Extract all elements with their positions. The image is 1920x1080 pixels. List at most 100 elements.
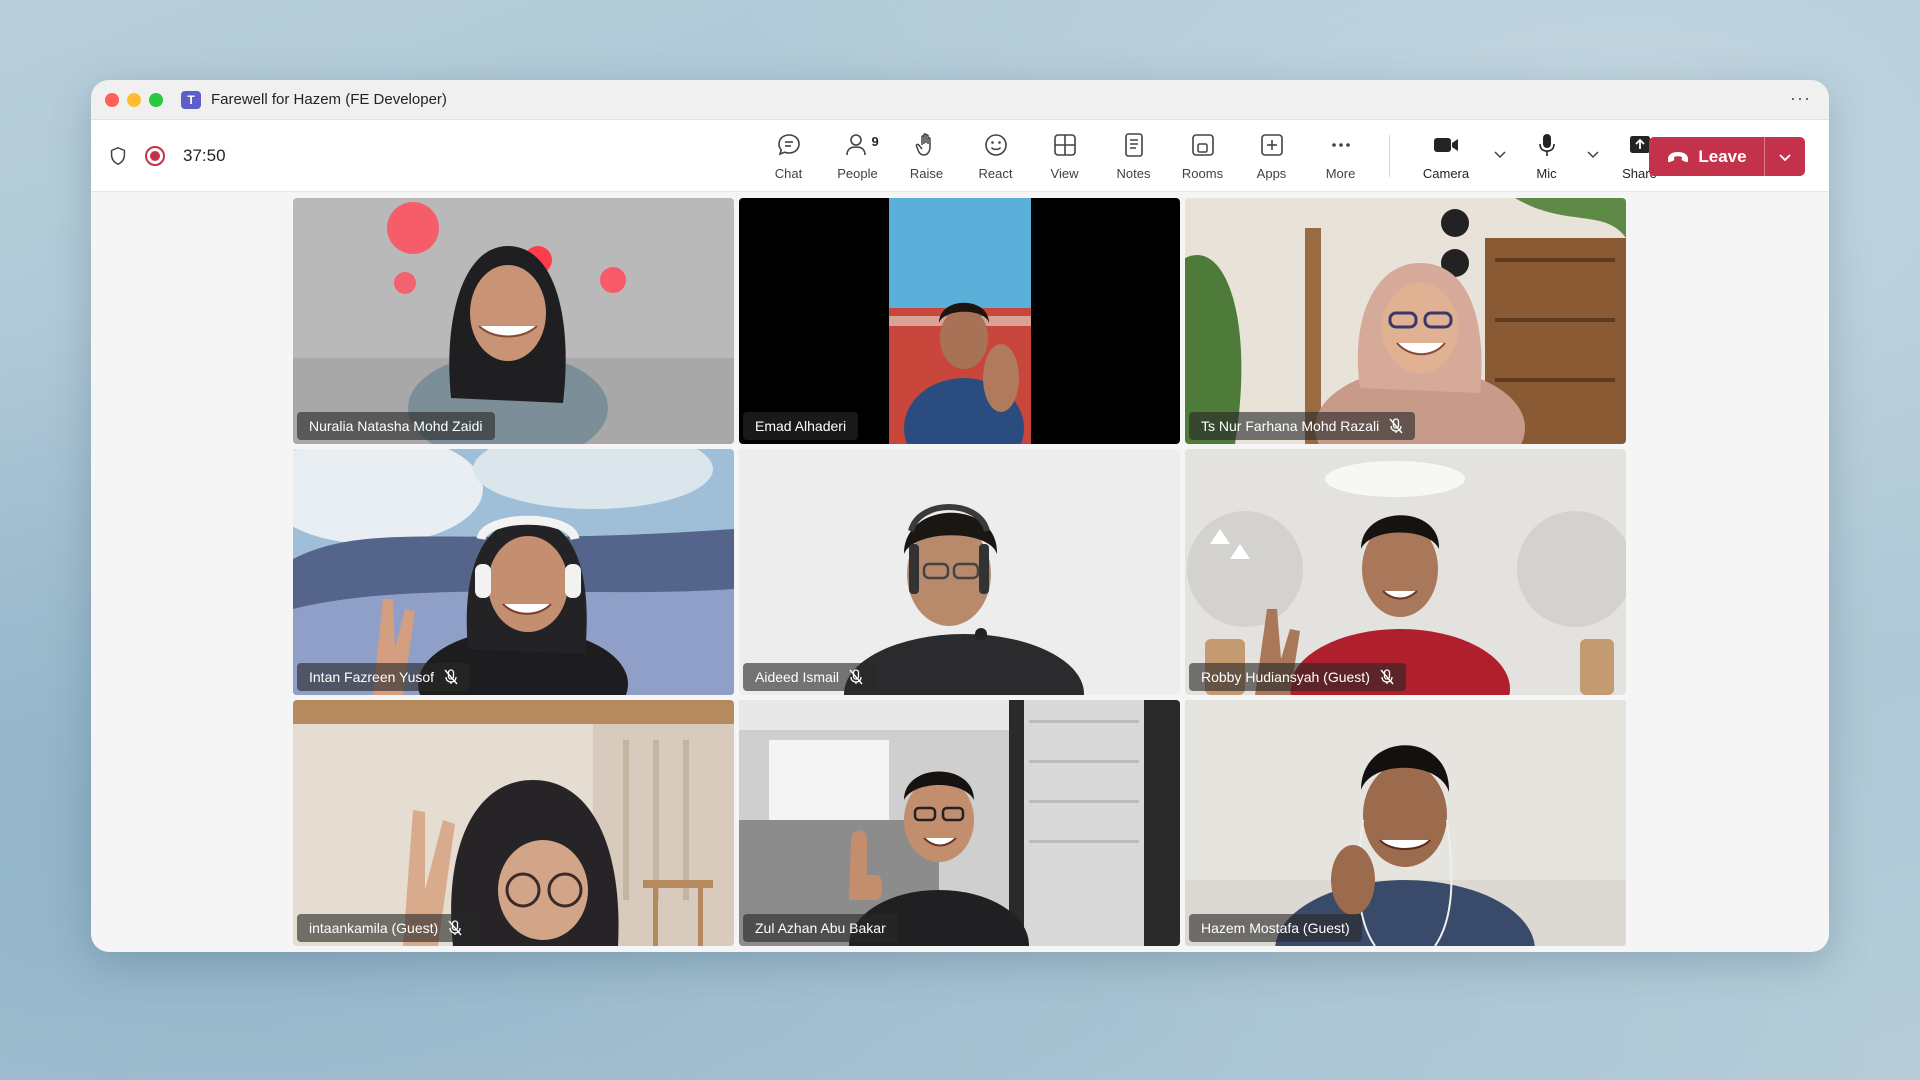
shield-icon[interactable] (107, 145, 129, 167)
teams-meeting-window: T Farewell for Hazem (FE Developer) ··· … (91, 80, 1829, 952)
chat-icon (777, 134, 800, 156)
leave-label: Leave (1698, 146, 1747, 166)
grid-icon (1053, 134, 1076, 156)
leave-options-button[interactable] (1765, 152, 1805, 162)
leave-button-group: Leave (1649, 137, 1805, 176)
participant-name: Robby Hudiansyah (Guest) (1201, 669, 1370, 685)
mic-off-icon (448, 920, 462, 936)
participant-name-tag: Zul Azhan Abu Bakar (743, 914, 898, 942)
participant-tile[interactable]: Ts Nur Farhana Mohd Razali (1185, 198, 1626, 444)
rooms-button[interactable]: Rooms (1168, 130, 1237, 181)
notes-icon (1124, 133, 1143, 157)
participant-tile-speaking[interactable]: Hazem Mostafa (Guest) (1185, 700, 1626, 946)
participant-name-tag: Emad Alhaderi (743, 412, 859, 440)
mic-icon (1538, 134, 1555, 156)
plus-box-icon (1260, 134, 1283, 156)
participant-name-tag: Aideed Ismail (743, 663, 876, 691)
participant-tile[interactable]: Emad Alhaderi (739, 198, 1180, 444)
more-button[interactable]: More (1306, 130, 1375, 181)
participant-name-tag: Intan Fazreen Yusof (297, 663, 471, 691)
mic-options-button[interactable] (1581, 134, 1605, 174)
participant-tile-speaking[interactable]: Zul Azhan Abu Bakar (739, 700, 1180, 946)
camera-icon (1434, 138, 1458, 152)
participant-tile[interactable]: Nuralia Natasha Mohd Zaidi (293, 198, 734, 444)
participant-name: Nuralia Natasha Mohd Zaidi (309, 418, 483, 434)
participant-name-tag: Ts Nur Farhana Mohd Razali (1189, 412, 1416, 440)
video-grid: Nuralia Natasha Mohd Zaidi Emad Alhaderi (91, 192, 1829, 952)
chevron-down-icon (1587, 151, 1599, 159)
participant-name: Emad Alhaderi (755, 418, 847, 434)
view-button[interactable]: View (1030, 130, 1099, 181)
mic-button[interactable]: Mic (1512, 130, 1581, 181)
participant-video (739, 449, 1180, 695)
chat-button[interactable]: Chat (754, 130, 823, 181)
title-bar: T Farewell for Hazem (FE Developer) ··· (91, 80, 1829, 120)
camera-label: Camera (1422, 166, 1470, 181)
participant-name: Intan Fazreen Yusof (309, 669, 435, 685)
chat-label: Chat (774, 166, 803, 181)
window-more-icon[interactable]: ··· (1790, 88, 1811, 109)
camera-options-button[interactable] (1488, 134, 1512, 174)
participant-tile[interactable]: Intan Fazreen Yusof (293, 449, 734, 695)
participant-tile[interactable]: Aideed Ismail (739, 449, 1180, 695)
notes-button[interactable]: Notes (1099, 130, 1168, 181)
rooms-icon (1191, 134, 1214, 156)
participant-video (293, 449, 734, 695)
react-label: React (978, 166, 1013, 181)
meeting-controls: Chat 9 People Raise React View Notes Roo… (754, 130, 1674, 181)
participant-video (739, 700, 1180, 946)
rooms-label: Rooms (1181, 166, 1224, 181)
participant-name: Ts Nur Farhana Mohd Razali (1201, 418, 1380, 434)
raise-label: Raise (909, 166, 944, 181)
more-label: More (1325, 166, 1356, 181)
participant-video (293, 198, 734, 444)
participant-name: Zul Azhan Abu Bakar (755, 920, 886, 936)
meeting-timer: 37:50 (183, 145, 226, 165)
close-window-button[interactable] (105, 92, 119, 107)
participant-name-tag: Nuralia Natasha Mohd Zaidi (297, 412, 495, 440)
leave-button[interactable]: Leave (1649, 147, 1764, 167)
more-icon (1331, 143, 1350, 147)
participant-video (1185, 449, 1626, 695)
view-label: View (1050, 166, 1079, 181)
chevron-down-icon (1494, 151, 1506, 159)
phone-hangup-icon (1668, 151, 1689, 162)
teams-logo-icon: T (181, 90, 201, 109)
mic-off-icon (1389, 418, 1403, 434)
participant-name: intaankamila (Guest) (309, 920, 439, 936)
window-controls (105, 92, 163, 107)
meeting-toolbar: 37:50 Chat 9 People Raise React View Not… (91, 120, 1829, 192)
participant-tile[interactable]: intaankamila (Guest) (293, 700, 734, 946)
smile-icon (984, 134, 1007, 156)
apps-label: Apps (1256, 166, 1287, 181)
react-button[interactable]: React (961, 130, 1030, 181)
window-title: Farewell for Hazem (FE Developer) (211, 91, 447, 108)
raise-hand-icon (915, 133, 931, 156)
people-label: People (837, 166, 878, 181)
people-count-badge: 9 (871, 134, 879, 149)
recording-icon (145, 145, 165, 166)
mic-label: Mic (1536, 166, 1557, 181)
notes-label: Notes (1116, 166, 1151, 181)
participant-name: Hazem Mostafa (Guest) (1201, 920, 1350, 936)
participant-video (739, 198, 1180, 444)
participant-name-tag: intaankamila (Guest) (297, 914, 475, 942)
mic-off-icon (444, 669, 458, 685)
people-button[interactable]: 9 People (823, 130, 892, 181)
participant-name-tag: Robby Hudiansyah (Guest) (1189, 663, 1406, 691)
apps-button[interactable]: Apps (1237, 130, 1306, 181)
people-icon (845, 134, 866, 156)
participant-video (1185, 700, 1626, 946)
minimize-window-button[interactable] (127, 92, 141, 107)
raise-hand-button[interactable]: Raise (892, 130, 961, 181)
toolbar-divider (1389, 135, 1390, 177)
maximize-window-button[interactable] (149, 92, 163, 107)
camera-button[interactable]: Camera (1404, 130, 1488, 181)
participant-name: Aideed Ismail (755, 669, 840, 685)
participant-video (293, 700, 734, 946)
participant-name-tag: Hazem Mostafa (Guest) (1189, 914, 1362, 942)
chevron-down-icon (1779, 153, 1791, 161)
participant-tile[interactable]: Robby Hudiansyah (Guest) (1185, 449, 1626, 695)
participant-video (1185, 198, 1626, 444)
mic-off-icon (849, 669, 863, 685)
